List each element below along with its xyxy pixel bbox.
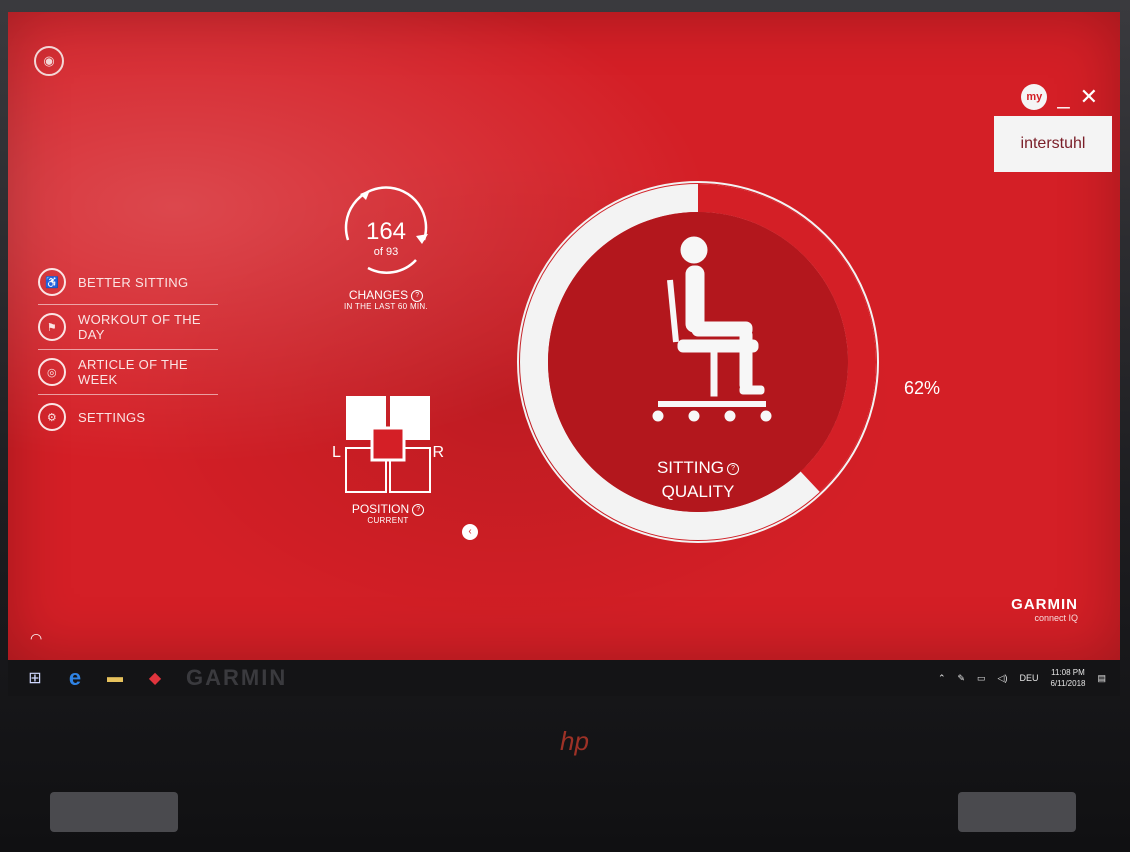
menu-item-settings[interactable]: ⚙ SETTINGS — [38, 395, 218, 439]
chevron-up-icon[interactable]: ⌃ — [938, 673, 946, 684]
close-button[interactable]: ✕ — [1080, 86, 1098, 108]
taskbar: ⊞ e ▬ ◆ GARMIN ⌃ ✎ ▭ ◁) DEU 11:08 PM 6/1… — [8, 660, 1120, 696]
menu-item-article[interactable]: ◎ ARTICLE OF THE WEEK — [38, 350, 218, 395]
taskbar-watermark: GARMIN — [186, 665, 288, 690]
menu-item-label: WORKOUT OF THE DAY — [78, 312, 201, 342]
changes-ring: 164 of 93 — [336, 182, 436, 282]
side-menu: ♿ BETTER SITTING ⚑ WORKOUT OF THE DAY ◎ … — [38, 260, 218, 439]
window-controls: my _ ✕ — [1021, 84, 1098, 110]
right-hinge — [958, 792, 1076, 832]
article-icon: ◎ — [38, 358, 66, 386]
hp-logo: hp — [560, 726, 589, 756]
language-indicator[interactable]: DEU — [1019, 673, 1038, 683]
sitting-quality-label: SITTING? QUALITY — [638, 456, 758, 504]
back-arrow-icon[interactable]: ‹ — [462, 524, 478, 540]
garmin-logo: GARMIN connect IQ — [1011, 596, 1078, 623]
volume-icon[interactable]: ◁) — [998, 673, 1008, 684]
left-label: L — [332, 444, 341, 461]
menu-item-workout[interactable]: ⚑ WORKOUT OF THE DAY — [38, 305, 218, 350]
right-label: R — [432, 444, 444, 461]
workout-icon: ⚑ — [38, 313, 66, 341]
my-account-button[interactable]: my — [1021, 84, 1048, 110]
app-screen: ◉ my _ ✕ interstuhl ♿ BETTER SITTING ⚑ W… — [8, 12, 1120, 660]
system-tray: ⌃ ✎ ▭ ◁) DEU 11:08 PM 6/11/2018 ▤ — [938, 660, 1106, 696]
minimize-button[interactable]: _ — [1057, 86, 1069, 108]
pen-icon[interactable]: ✎ — [957, 673, 965, 684]
help-icon[interactable]: ? — [727, 462, 740, 475]
garmin-sub: connect IQ — [1034, 613, 1078, 623]
app-taskbar-icon[interactable]: ◆ — [142, 665, 168, 691]
camera-icon[interactable]: ◉ — [34, 46, 64, 76]
changes-caption: CHANGES? — [326, 288, 446, 302]
gear-icon: ⚙ — [38, 403, 66, 431]
windows-start-icon[interactable]: ⊞ — [22, 665, 48, 691]
posture-icon: ♿ — [38, 268, 66, 296]
notification-icon[interactable]: ▤ — [1097, 673, 1106, 684]
changes-widget: 164 of 93 CHANGES? IN THE LAST 60 MIN. — [326, 182, 446, 311]
position-widget: L R POSITION? CURRENT — [318, 392, 458, 525]
menu-item-label: ARTICLE OF THE WEEK — [78, 357, 188, 387]
seat-position-pad: L R — [332, 392, 444, 496]
brand-logo: interstuhl — [994, 116, 1112, 172]
sitting-line2: QUALITY — [661, 482, 735, 501]
gauge-percent: 62% — [904, 378, 941, 398]
help-icon[interactable]: ? — [411, 289, 424, 302]
changes-label: CHANGES — [348, 288, 409, 302]
position-subcaption: CURRENT — [367, 516, 409, 525]
position-label: POSITION — [351, 502, 410, 516]
menu-item-label: BETTER SITTING — [78, 274, 189, 290]
clock-time: 11:08 PM — [1051, 668, 1085, 677]
wifi-icon[interactable]: ◠ — [30, 630, 42, 647]
clock[interactable]: 11:08 PM 6/11/2018 — [1050, 667, 1085, 689]
sitting-line1: SITTING — [656, 458, 725, 477]
battery-icon[interactable]: ▭ — [977, 673, 986, 684]
menu-item-label: SETTINGS — [78, 409, 146, 425]
changes-value: 164 — [365, 218, 407, 245]
help-icon[interactable]: ? — [412, 503, 425, 516]
left-hinge — [50, 792, 178, 832]
file-explorer-icon[interactable]: ▬ — [102, 665, 128, 691]
changes-target: of 93 — [373, 246, 399, 258]
seat-position-icon — [345, 396, 431, 493]
clock-date: 6/11/2018 — [1050, 679, 1086, 688]
changes-subcaption: IN THE LAST 60 MIN. — [343, 302, 429, 311]
garmin-name: GARMIN — [1011, 596, 1078, 613]
position-caption: POSITION? — [318, 502, 458, 516]
edge-browser-icon[interactable]: e — [62, 665, 88, 691]
menu-item-better-sitting[interactable]: ♿ BETTER SITTING — [38, 260, 218, 305]
